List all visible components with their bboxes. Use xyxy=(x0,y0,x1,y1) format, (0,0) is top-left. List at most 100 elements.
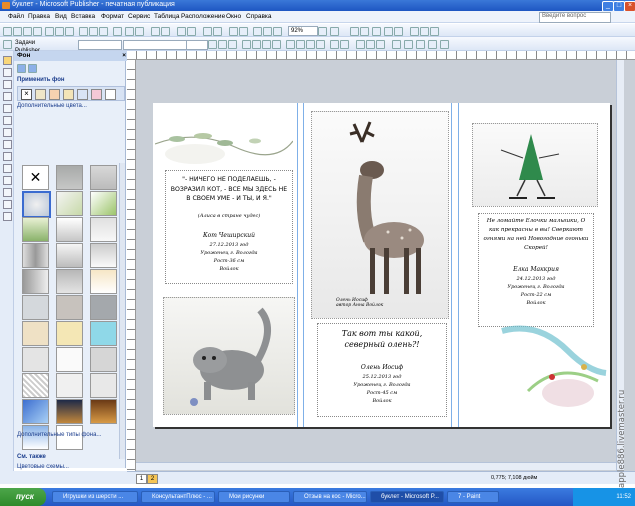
increase-indent-icon[interactable] xyxy=(316,40,325,49)
taskbar-item[interactable]: 7 - Paint xyxy=(447,491,499,503)
send-backward-icon[interactable] xyxy=(161,27,170,36)
numbering-icon[interactable] xyxy=(286,40,295,49)
color-swatch[interactable] xyxy=(35,89,46,100)
shadow-style-icon[interactable] xyxy=(428,40,437,49)
horizontal-scrollbar[interactable] xyxy=(136,462,616,470)
texture-thumb[interactable] xyxy=(22,321,49,346)
gradient-thumb[interactable] xyxy=(56,243,83,268)
rotate-icon[interactable] xyxy=(177,27,186,36)
picture-thumb[interactable] xyxy=(56,399,83,424)
font-select[interactable] xyxy=(123,40,187,50)
texture-thumb[interactable] xyxy=(90,295,117,320)
wordart-icon[interactable] xyxy=(3,92,12,101)
cat-photo[interactable] xyxy=(163,297,295,415)
align-center-icon[interactable] xyxy=(252,40,261,49)
redo-icon[interactable] xyxy=(135,27,144,36)
deer-text-box[interactable]: Так вот ты какой, северный олень?! Олень… xyxy=(317,323,447,417)
taskbar-item[interactable]: Отзыв на кос - Micro... xyxy=(293,491,367,503)
picture-thumb[interactable] xyxy=(22,399,49,424)
color-swatch[interactable] xyxy=(77,89,88,100)
open-icon[interactable] xyxy=(13,27,22,36)
fill-color-icon[interactable] xyxy=(410,27,419,36)
line-icon[interactable] xyxy=(366,40,375,49)
menu-file[interactable]: Файл xyxy=(8,13,24,20)
publisher-tasks-button[interactable]: Задачи Publisher xyxy=(13,39,59,54)
line-dash-icon[interactable] xyxy=(404,40,413,49)
texture-thumb[interactable] xyxy=(90,347,117,372)
italic-icon[interactable] xyxy=(218,40,227,49)
rectangle-tool-icon[interactable] xyxy=(3,152,12,161)
pattern-thumb[interactable] xyxy=(22,373,49,398)
color-swatch[interactable] xyxy=(63,89,74,100)
undo-icon[interactable] xyxy=(125,27,134,36)
color-schemes-link[interactable]: Цветовые схемы... xyxy=(17,464,69,470)
deer-photo[interactable]: Олень Иосиф автор Анна Войлок xyxy=(311,111,449,319)
decrease-font-icon[interactable] xyxy=(330,40,339,49)
texture-thumb[interactable] xyxy=(22,347,49,372)
columns-icon[interactable] xyxy=(229,27,238,36)
clock[interactable]: 11:52 xyxy=(616,494,631,500)
menu-edit[interactable]: Правка xyxy=(28,13,50,20)
menu-table[interactable]: Таблица xyxy=(154,13,180,20)
dash-style-icon[interactable] xyxy=(360,27,369,36)
shadow-icon[interactable] xyxy=(384,27,393,36)
page-tab-2[interactable]: 2 xyxy=(147,474,158,484)
new-icon[interactable] xyxy=(3,27,12,36)
insert-table-icon[interactable] xyxy=(203,27,212,36)
no-fill-swatch[interactable]: × xyxy=(21,89,32,100)
texture-thumb[interactable] xyxy=(56,295,83,320)
style-select[interactable] xyxy=(78,40,122,50)
horizontal-ruler[interactable] xyxy=(127,51,635,60)
start-button[interactable]: пуск xyxy=(0,488,46,506)
vertical-ruler[interactable] xyxy=(127,60,136,471)
hyperlink-icon[interactable] xyxy=(239,27,248,36)
form-control-icon[interactable] xyxy=(3,188,12,197)
special-characters-icon[interactable] xyxy=(253,27,262,36)
taskbar-item[interactable]: КонсультантПлюс - ... xyxy=(141,491,215,503)
arrow-style-icon[interactable] xyxy=(372,27,381,36)
tree-photo[interactable] xyxy=(472,123,598,207)
help-search-input[interactable]: Введите вопрос xyxy=(539,12,611,23)
cut-icon[interactable] xyxy=(79,27,88,36)
paste-icon[interactable] xyxy=(99,27,108,36)
text-color-icon[interactable] xyxy=(376,40,385,49)
color-swatch[interactable] xyxy=(91,89,102,100)
arrows-icon[interactable] xyxy=(416,40,425,49)
gradient-thumb[interactable] xyxy=(90,269,117,294)
pattern-thumb[interactable] xyxy=(90,373,117,398)
pattern-thumb[interactable] xyxy=(56,373,83,398)
publication-page[interactable]: "- НИЧЕГО НЕ ПОДЕЛАЕШЬ, - ВОЗРАЗИЛ КОТ, … xyxy=(153,103,610,427)
line-tool-icon[interactable] xyxy=(3,116,12,125)
more-backgrounds-link[interactable]: Дополнительные типы фона... xyxy=(17,432,101,438)
texture-thumb[interactable] xyxy=(56,191,83,216)
fill-icon[interactable] xyxy=(356,40,365,49)
align-right-icon[interactable] xyxy=(262,40,271,49)
3d-style-icon[interactable] xyxy=(440,40,449,49)
texture-thumb[interactable] xyxy=(90,321,117,346)
align-left-icon[interactable] xyxy=(242,40,251,49)
more-colors-link[interactable]: Дополнительные цвета... xyxy=(17,103,87,109)
gradient-thumb[interactable] xyxy=(90,165,117,190)
table-icon[interactable] xyxy=(3,80,12,89)
color-swatch[interactable] xyxy=(49,89,60,100)
menu-insert[interactable]: Вставка xyxy=(71,13,95,20)
zoom-out-icon[interactable] xyxy=(273,27,282,36)
taskbar-item-active[interactable]: буклет - Microsoft P... xyxy=(370,491,444,503)
bring-forward-icon[interactable] xyxy=(151,27,160,36)
line-color-icon[interactable] xyxy=(420,27,429,36)
close-pane-icon[interactable]: × xyxy=(122,51,126,61)
texture-thumb-selected[interactable] xyxy=(22,191,51,218)
texture-thumb[interactable] xyxy=(56,347,83,372)
format-painter-icon[interactable] xyxy=(113,27,122,36)
gradient-thumb[interactable] xyxy=(56,165,83,190)
forward-icon[interactable] xyxy=(28,64,37,73)
html-fragment-icon[interactable] xyxy=(3,200,12,209)
gallery-scrollbar[interactable] xyxy=(119,163,125,459)
text-box-icon[interactable] xyxy=(3,68,12,77)
back-icon[interactable] xyxy=(17,64,26,73)
task-pane-icon[interactable] xyxy=(3,40,12,49)
texture-thumb[interactable] xyxy=(90,191,117,216)
increase-font-icon[interactable] xyxy=(340,40,349,49)
arrow-tool-icon[interactable] xyxy=(3,128,12,137)
menu-arrange[interactable]: Расположение xyxy=(181,13,225,20)
